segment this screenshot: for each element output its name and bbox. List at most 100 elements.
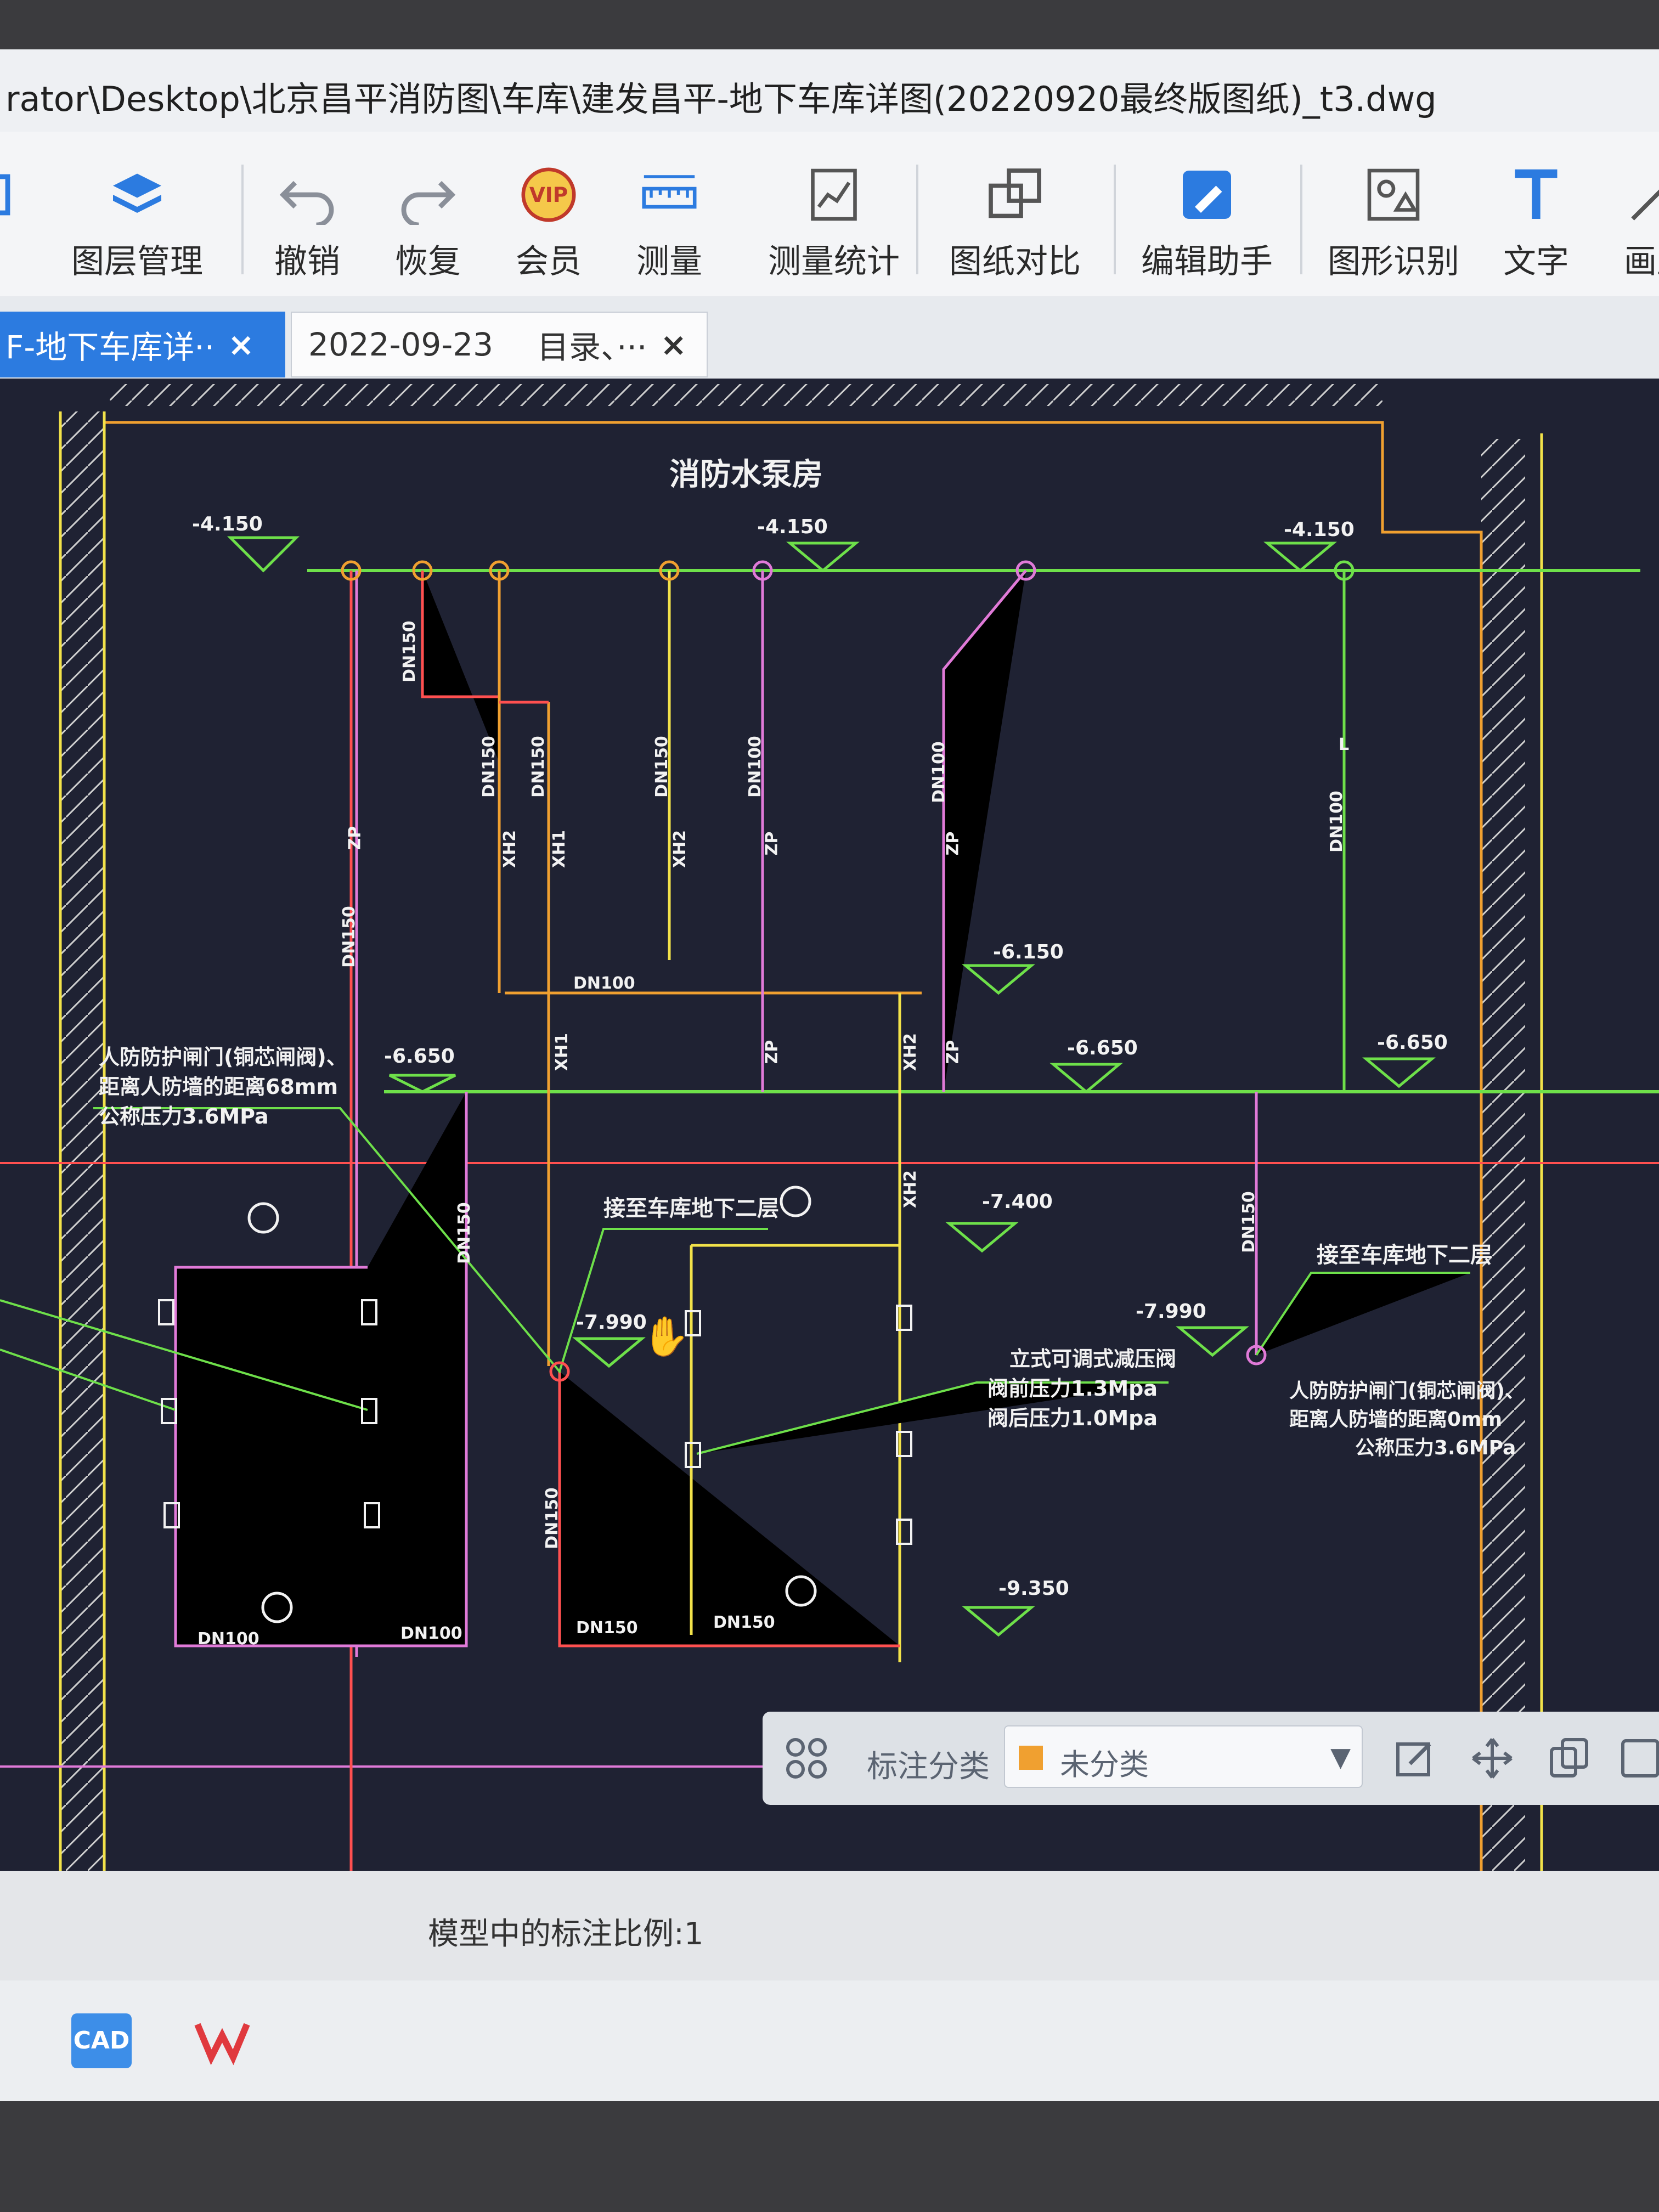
annotation-category-label: 标注分类 (867, 1749, 990, 1785)
toolbar-label: 口 (0, 235, 49, 283)
note-to-garage: 接至车库地下二层 (1317, 1243, 1492, 1268)
undo-icon (279, 180, 334, 225)
taskbar: CAD (0, 1980, 1659, 2101)
tab-catalog[interactable]: 2022-09-23 目录、··· × (291, 312, 708, 377)
pipe-size-label: DN150 (1239, 1191, 1259, 1253)
text-icon (1515, 169, 1558, 219)
pipe-code-label: L (1339, 735, 1350, 754)
pipe-size-label: DN150 (339, 906, 359, 968)
pipe-vertical (498, 571, 550, 1366)
pipe-vertical (421, 571, 501, 763)
cad-app-icon[interactable]: CAD (71, 2013, 132, 2068)
hand-cursor-icon: ✋ (642, 1314, 690, 1359)
wall-top (110, 384, 1383, 406)
toolbar-item-undo[interactable]: 撤销 (241, 165, 373, 283)
toolbar-item-redo[interactable]: 恢复 (362, 165, 494, 283)
note-line: 人防防护闸门(铜芯闸阀)、 (99, 1045, 347, 1069)
toolbar-label: 编辑助手 (1141, 242, 1273, 281)
toolbar-item-measure[interactable]: 测量 (603, 165, 735, 283)
toolbar-label: 图纸对比 (949, 242, 1081, 281)
redo-icon (401, 180, 456, 225)
toolbar-label: 测量 (636, 242, 702, 281)
partial-icon (0, 174, 10, 216)
pipe-code-label: XH2 (901, 1170, 921, 1209)
leader-line (1255, 1272, 1470, 1356)
pipe-size-label: DN150 (454, 1202, 474, 1264)
pipe-size-label: DN100 (198, 1629, 259, 1649)
layers-icon (113, 173, 161, 213)
wall-right (1481, 439, 1525, 1871)
close-icon[interactable]: × (228, 326, 255, 363)
elevation-label: -7.400 (982, 1190, 1053, 1213)
note-line: 阀后压力1.0Mpa (988, 1406, 1158, 1430)
pipe-code-label: ZP (943, 831, 963, 856)
pipe-size-label: DN150 (652, 736, 672, 798)
note-line: 立式可调式减压阀 (1009, 1347, 1177, 1371)
pipe-code-label: ZP (762, 1040, 782, 1064)
pipe-size-label: DN150 (479, 736, 499, 798)
annotation-panel: 标注分类 未分类 ▼ (763, 1712, 1659, 1805)
edit-assistant-icon (1183, 171, 1231, 219)
draw-line-icon (1631, 189, 1659, 221)
elevation-label: -6.150 (993, 941, 1064, 963)
edit-icon[interactable] (1393, 1736, 1437, 1780)
pipe-code-label: XH2 (500, 830, 520, 868)
vip-icon: VIP (521, 167, 576, 222)
pipe-loop (174, 1092, 468, 1647)
pipe-size-label: DN100 (745, 736, 765, 798)
pipe-size-label: DN150 (528, 736, 548, 798)
toolbar-item-layers[interactable]: 图层管理 (71, 165, 203, 283)
toolbar-item-compare[interactable]: 图纸对比 (933, 165, 1097, 283)
note-line: 距离人防墙的距离0mm (1289, 1408, 1503, 1431)
chevron-down-icon: ▼ (1330, 1742, 1351, 1773)
pipe-size-label: DN150 (713, 1613, 775, 1632)
toolbar-divider (916, 165, 918, 274)
toolbar-item-shape-recognize[interactable]: 图形识别 (1311, 165, 1476, 283)
close-icon[interactable]: × (660, 326, 687, 363)
toolbar-divider (1300, 165, 1302, 274)
toolbar-label: 会员 (516, 242, 582, 281)
note-pressure-reducing-valve: 立式可调式减压阀 阀前压力1.3Mpa 阀后压力1.0Mpa (988, 1344, 1177, 1433)
pipe-code-label: XH2 (670, 830, 690, 868)
pipe-size-label: DN100 (573, 974, 635, 993)
elevation-label: -4.150 (192, 513, 263, 535)
elevation-label: -6.650 (1377, 1031, 1448, 1054)
pipe-code-label: ZP (345, 826, 365, 850)
annotation-scale-text: 模型中的标注比例:1 (428, 1916, 704, 1952)
pipe-code-label: XH2 (901, 1032, 921, 1071)
toolbar-item-draw-line[interactable]: 画直 (1591, 165, 1659, 283)
note-line: 人防防护闸门(铜芯闸阀)、 (1289, 1380, 1525, 1402)
toolbar-label: 文字 (1503, 242, 1569, 281)
tab-garage-detail[interactable]: F-地下车库详·· × (0, 312, 285, 377)
note-line: 公称压力3.6MPa (99, 1104, 269, 1128)
pipe-size-label: DN150 (542, 1487, 562, 1549)
wps-app-icon[interactable] (192, 2013, 252, 2068)
toolbar-item-text[interactable]: 文字 (1470, 165, 1602, 283)
note-line: 公称压力3.6MPa (1355, 1437, 1516, 1459)
measure-stats-icon (811, 168, 857, 221)
pipe-nodes (341, 560, 1355, 1382)
grid-icon[interactable] (785, 1736, 828, 1780)
pipe-size-label: DN100 (929, 741, 949, 803)
drawing-canvas[interactable]: ✋ 消防水泵房 -4.150 -4.150 -4.150 -6.150 -6.6… (0, 379, 1659, 1871)
toolbar-item-vip[interactable]: VIP 会员 (483, 165, 614, 283)
toolbar-label: 画直 (1624, 242, 1659, 281)
tab-label: F-地下车库详·· (5, 329, 215, 366)
toolbar-item-partial[interactable]: 口 (0, 165, 49, 283)
more-icon[interactable] (1618, 1736, 1659, 1780)
note-left-valve: 人防防护闸门(铜芯闸阀)、 距离人防墙的距离68mm 公称压力3.6MPa (99, 1042, 347, 1131)
pipe-loop (558, 1372, 900, 1647)
toolbar-label: 图形识别 (1328, 242, 1459, 281)
room-title: 消防水泵房 (669, 457, 823, 493)
elevation-label: -7.990 (576, 1311, 647, 1334)
toolbar-label: 恢复 (395, 242, 461, 281)
category-select[interactable]: 未分类 ▼ (1004, 1725, 1363, 1788)
category-color-swatch (1019, 1746, 1043, 1770)
pipe-code-label: ZP (762, 831, 782, 856)
toolbar-item-edit-assistant[interactable]: 编辑助手 (1125, 165, 1289, 283)
copy-icon[interactable] (1547, 1736, 1591, 1780)
toolbar-divider (1114, 165, 1116, 274)
note-line: 距离人防墙的距离68mm (99, 1075, 338, 1099)
toolbar-item-measure-stats[interactable]: 测量统计 (752, 165, 916, 283)
move-icon[interactable] (1470, 1736, 1514, 1780)
